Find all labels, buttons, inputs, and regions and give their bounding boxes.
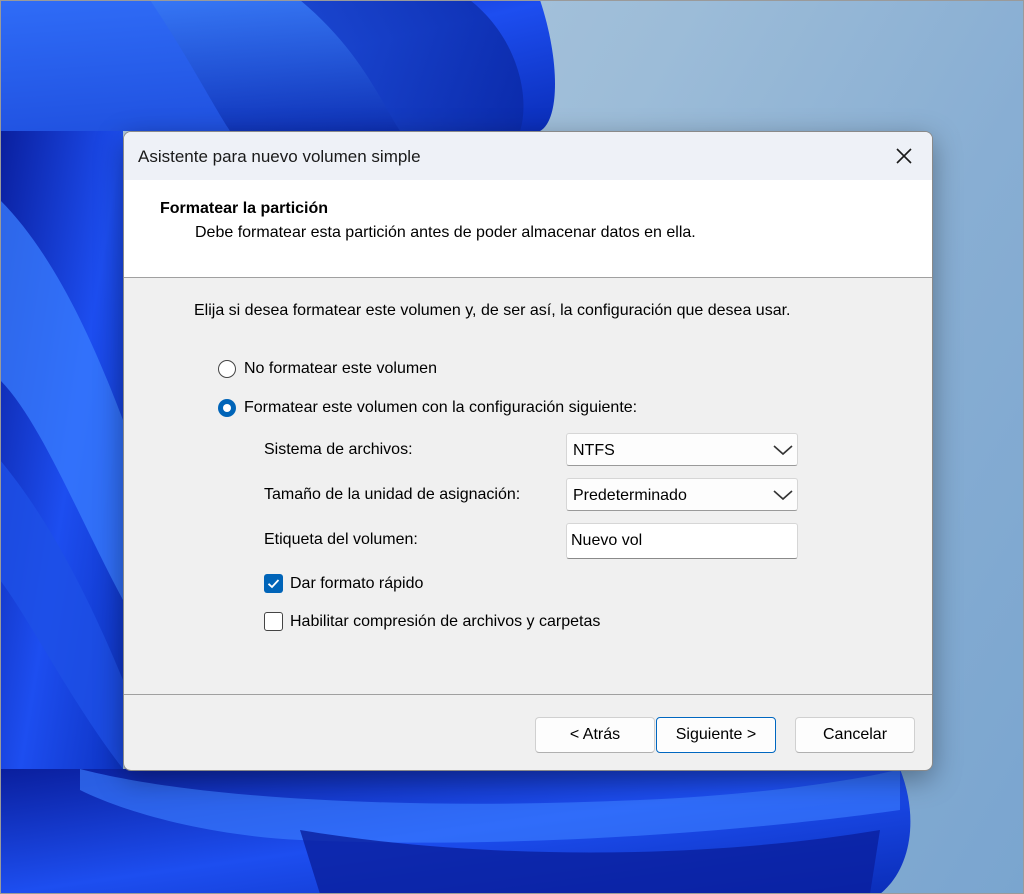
allocation-unit-label: Tamaño de la unidad de asignación: (264, 486, 521, 503)
page-title: Formatear la partición (160, 200, 329, 217)
wizard-body: Elija si desea formatear este volumen y,… (124, 278, 932, 692)
quick-format-label: Dar formato rápido (290, 574, 424, 592)
compression-label: Habilitar compresión de archivos y carpe… (290, 612, 601, 630)
chevron-down-icon (773, 445, 793, 456)
footer-divider (124, 694, 932, 695)
allocation-unit-value: Predeterminado (573, 487, 687, 504)
cancel-button[interactable]: Cancelar (795, 717, 915, 753)
title-bar: Asistente para nuevo volumen simple (124, 132, 932, 180)
window-title: Asistente para nuevo volumen simple (138, 147, 421, 166)
desktop: Asistente para nuevo volumen simple Form… (0, 0, 1024, 894)
no-format-label: No formatear este volumen (244, 360, 437, 377)
allocation-unit-dropdown[interactable]: Predeterminado (566, 478, 798, 511)
no-format-radio[interactable] (218, 360, 236, 378)
compression-option[interactable]: Habilitar compresión de archivos y carpe… (264, 612, 600, 631)
chevron-down-icon (773, 490, 793, 501)
back-button[interactable]: < Atrás (535, 717, 655, 753)
format-radio[interactable] (218, 399, 236, 417)
compression-checkbox[interactable] (264, 612, 283, 631)
instruction-text: Elija si desea formatear este volumen y,… (194, 302, 791, 319)
new-simple-volume-wizard-dialog: Asistente para nuevo volumen simple Form… (123, 131, 933, 771)
quick-format-checkbox[interactable] (264, 574, 283, 593)
page-subtitle: Debe formatear esta partición antes de p… (195, 224, 696, 241)
next-button[interactable]: Siguiente > (656, 717, 776, 753)
file-system-value: NTFS (573, 442, 615, 459)
checkmark-icon (267, 579, 280, 589)
quick-format-option[interactable]: Dar formato rápido (264, 574, 423, 593)
format-radio-option[interactable]: Formatear este volumen con la configurac… (218, 399, 637, 417)
volume-label-label: Etiqueta del volumen: (264, 531, 418, 548)
volume-label-input[interactable] (566, 523, 798, 559)
file-system-label: Sistema de archivos: (264, 441, 413, 458)
file-system-dropdown[interactable]: NTFS (566, 433, 798, 466)
format-label: Formatear este volumen con la configurac… (244, 399, 638, 416)
close-button[interactable] (886, 140, 922, 172)
wizard-header: Formatear la partición Debe formatear es… (124, 180, 932, 278)
close-icon (896, 148, 912, 164)
no-format-radio-option[interactable]: No formatear este volumen (218, 360, 437, 378)
